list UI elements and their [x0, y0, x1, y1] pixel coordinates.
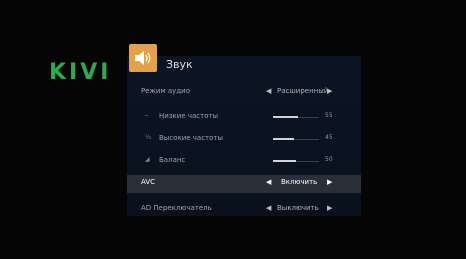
- row-label: Режим аудио: [141, 87, 190, 95]
- speaker-icon: [129, 44, 157, 72]
- slider-fill: [273, 160, 296, 162]
- row-value: Выключить: [277, 204, 319, 212]
- bass-icon: ⎯: [145, 112, 149, 119]
- menu-title: Звук: [166, 58, 193, 71]
- balance-icon: ◢: [145, 156, 150, 163]
- balance-slider[interactable]: [273, 160, 319, 162]
- slider-value: 50: [325, 156, 333, 163]
- treble-icon: ⅓: [145, 134, 151, 141]
- brand-logo: KIVI: [49, 60, 112, 85]
- arrow-right-icon[interactable]: ▶: [327, 178, 332, 186]
- slider-value: 55: [325, 112, 333, 119]
- row-label: Высокие частоты: [159, 134, 224, 142]
- treble-slider[interactable]: [273, 138, 319, 140]
- row-treble[interactable]: ⅓ Высокие частоты 45: [127, 131, 361, 149]
- row-bass[interactable]: ⎯ Низкие частоты 55: [127, 109, 361, 127]
- row-label: AVC: [141, 178, 156, 186]
- arrow-left-icon[interactable]: ◀: [266, 87, 271, 95]
- slider-fill: [273, 138, 294, 140]
- row-label: AD Переключатель: [141, 204, 212, 212]
- arrow-right-icon[interactable]: ▶: [327, 87, 332, 95]
- tv-screen: KIVI Звук Режим аудио ◀ Расширенный ▶ ⎯ …: [0, 0, 466, 259]
- arrow-left-icon[interactable]: ◀: [266, 178, 271, 186]
- row-avc[interactable]: AVC ◀ Включить ▶: [127, 175, 361, 193]
- row-balance[interactable]: ◢ Баланс 50: [127, 153, 361, 171]
- row-label: Баланс: [159, 156, 186, 164]
- row-value: Расширенный: [277, 87, 329, 95]
- arrow-right-icon[interactable]: ▶: [327, 204, 332, 212]
- slider-value: 45: [325, 134, 333, 141]
- row-label: Низкие частоты: [159, 112, 219, 120]
- bass-slider[interactable]: [273, 116, 319, 118]
- slider-fill: [273, 116, 299, 118]
- arrow-left-icon[interactable]: ◀: [266, 204, 271, 212]
- row-audio-mode[interactable]: Режим аудио ◀ Расширенный ▶: [127, 84, 361, 102]
- row-ad-switch[interactable]: AD Переключатель ◀ Выключить ▶: [127, 201, 361, 219]
- row-value: Включить: [281, 178, 318, 186]
